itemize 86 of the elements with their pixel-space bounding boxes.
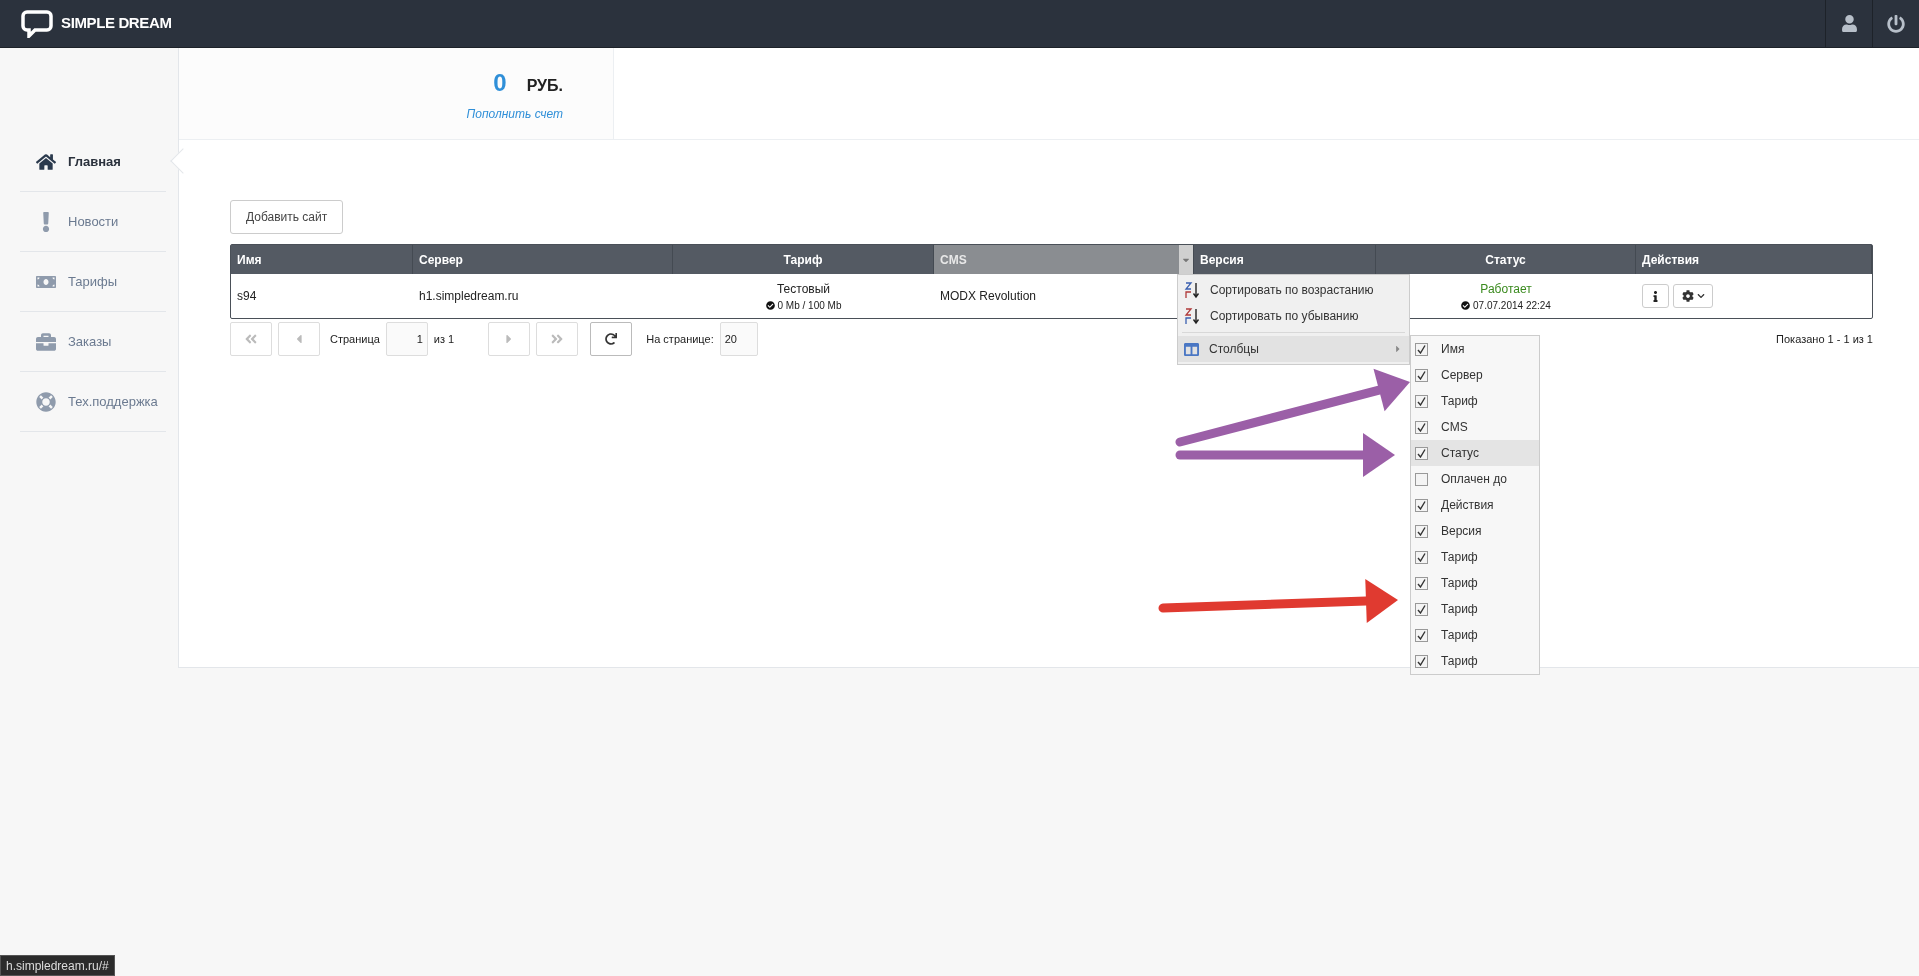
settings-button[interactable] <box>1673 284 1713 308</box>
check-icon <box>1417 630 1426 640</box>
sort-descending-icon <box>1184 307 1200 325</box>
check-icon <box>1417 552 1426 562</box>
checkbox[interactable] <box>1415 576 1428 590</box>
refresh-icon <box>605 333 618 345</box>
menu-item[interactable]: Сортировать по убыванию <box>1178 303 1409 329</box>
column-toggle[interactable]: Действия <box>1411 492 1539 518</box>
column-toggle[interactable]: Сервер <box>1411 362 1539 388</box>
column-toggle[interactable]: Имя <box>1411 336 1539 362</box>
info-icon <box>1650 290 1661 302</box>
column-toggle[interactable]: Оплачен до <box>1411 466 1539 492</box>
power-icon <box>1887 14 1905 33</box>
check-icon <box>1417 526 1426 536</box>
checkbox[interactable] <box>1415 628 1428 642</box>
check-icon <box>1417 604 1426 614</box>
check-icon <box>1417 448 1426 458</box>
sidebar-item[interactable]: Главная <box>20 132 166 192</box>
status-date: 07.07.2014 22:24 <box>1473 298 1551 313</box>
checkbox[interactable] <box>1415 550 1428 564</box>
double-right-icon <box>550 332 565 346</box>
status-text: Работает <box>1480 280 1532 298</box>
column-toggle[interactable]: Версия <box>1411 518 1539 544</box>
column-toggle[interactable]: Тариф <box>1411 388 1539 414</box>
checkbox[interactable] <box>1415 342 1428 356</box>
checkbox[interactable] <box>1415 394 1428 408</box>
column-toggle[interactable]: CMS <box>1411 414 1539 440</box>
page-input[interactable]: 1 <box>385 322 428 356</box>
sidebar-item[interactable]: Тарифы <box>20 252 166 312</box>
checkbox[interactable] <box>1415 654 1428 668</box>
check-icon <box>1417 500 1426 510</box>
page-count: из 1 <box>433 331 455 347</box>
chevron-down-icon <box>1696 292 1705 300</box>
info-button[interactable] <box>1642 284 1669 308</box>
check-icon <box>1417 344 1426 354</box>
checkbox[interactable] <box>1415 368 1428 382</box>
status-bar-url: h.simpledream.ru/# <box>0 955 115 976</box>
table-cell-text: MODX Revolution <box>939 288 1038 305</box>
sidebar-item[interactable]: Заказы <box>20 312 166 372</box>
balance-amount: 0 <box>493 67 507 98</box>
add-site-button[interactable]: Добавить сайт <box>230 200 344 234</box>
speech-bubble-logo-icon <box>21 9 53 38</box>
refresh-button[interactable] <box>590 322 633 356</box>
briefcase-icon <box>36 331 56 352</box>
settings-icon <box>1681 290 1694 302</box>
per-page-label: На странице: <box>646 331 714 347</box>
column-header[interactable]: Действия <box>1636 245 1872 274</box>
checkbox[interactable] <box>1415 420 1428 434</box>
logo-text: SIMPLE DREAM <box>61 13 172 34</box>
table-cell-text: s94 <box>236 288 258 305</box>
sort-ascending-icon <box>1184 281 1200 299</box>
menu-item[interactable]: Сортировать по возрастанию <box>1178 277 1409 303</box>
table-cell-text: h1.simpledream.ru <box>418 288 520 305</box>
check-icon <box>1417 396 1426 406</box>
column-toggle[interactable]: Тариф <box>1411 570 1539 596</box>
checkbox[interactable] <box>1415 498 1428 512</box>
quota-text: 0 Mb / 100 Mb <box>777 298 842 313</box>
sidebar-item[interactable]: Новости <box>20 192 166 252</box>
home-icon <box>36 151 56 172</box>
per-page-input[interactable]: 20 <box>719 322 758 356</box>
check-icon <box>1417 422 1426 432</box>
currency-label: РУБ. <box>526 75 563 96</box>
double-left-icon <box>244 332 258 346</box>
checkbox[interactable] <box>1415 446 1428 460</box>
column-header[interactable]: Сервер <box>413 245 673 274</box>
lifebuoy-icon <box>36 391 56 412</box>
menu-item[interactable]: Столбцы <box>1178 336 1409 362</box>
checkbox[interactable] <box>1415 602 1428 616</box>
check-icon <box>1417 578 1426 588</box>
column-toggle[interactable]: Тариф <box>1411 544 1539 570</box>
page-label: Страница <box>330 331 380 347</box>
checkbox[interactable] <box>1415 524 1428 538</box>
check-icon <box>1417 656 1426 666</box>
column-toggle[interactable]: Тариф <box>1411 622 1539 648</box>
tariff-name: Тестовый <box>776 280 831 298</box>
columns-icon <box>1184 341 1199 357</box>
column-toggle[interactable]: Тариф <box>1411 596 1539 622</box>
records-shown-text: Показано 1 - 1 из 1 <box>1776 331 1873 347</box>
check-icon <box>1417 370 1426 380</box>
column-header[interactable]: Имя <box>231 245 413 274</box>
top-up-link[interactable]: Пополнить счет <box>466 104 563 123</box>
column-toggle[interactable]: Тариф <box>1411 648 1539 674</box>
column-toggle[interactable]: Статус <box>1411 440 1539 466</box>
user-icon <box>1840 15 1858 32</box>
checkbox[interactable] <box>1415 472 1428 486</box>
sidebar-item[interactable]: Тех.поддержка <box>20 372 166 432</box>
